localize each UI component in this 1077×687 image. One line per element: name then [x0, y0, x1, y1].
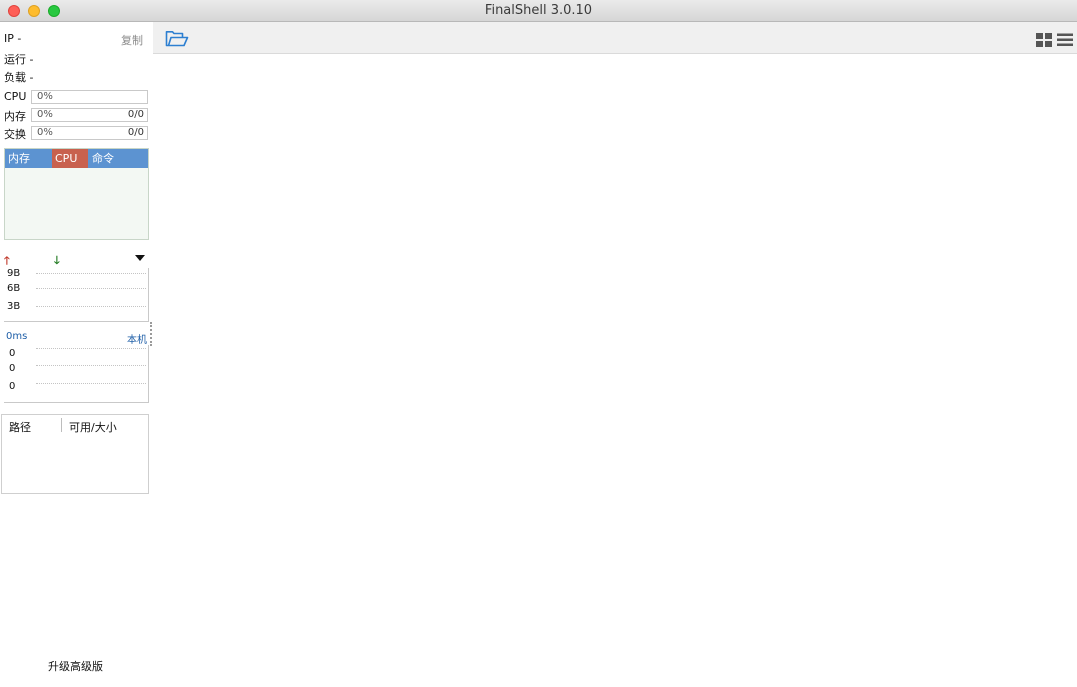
swap-meter-label: 交换: [4, 128, 26, 141]
cpu-percent: 0%: [37, 91, 53, 102]
net-tick-label: 6B: [7, 283, 21, 294]
column-divider[interactable]: [61, 418, 62, 432]
uptime-info: 运行 -: [4, 53, 34, 66]
gridline: [36, 383, 146, 384]
disk-path-header[interactable]: 路径: [9, 419, 31, 435]
swap-ratio: 0/0: [127, 127, 144, 138]
grid-view-button[interactable]: [1036, 32, 1052, 47]
server-status-sidebar: IP - 复制 运行 - 负载 - CPU 0% 内存 0% 0/0 交换 0%…: [0, 22, 153, 687]
title-bar[interactable]: FinalShell 3.0.10: [0, 0, 1077, 22]
process-list-panel[interactable]: 内存 CPU 命令: [4, 148, 149, 240]
net-tick-label: 3B: [7, 301, 21, 312]
disk-usage-table[interactable]: 路径 可用/大小: [1, 414, 149, 494]
network-interface-dropdown-icon[interactable]: [135, 255, 145, 261]
gridline: [36, 365, 146, 366]
copy-ip-button[interactable]: 复制: [121, 32, 143, 48]
gridline: [36, 288, 146, 289]
swap-percent: 0%: [37, 127, 53, 138]
memory-meter-label: 内存: [4, 110, 26, 123]
swap-meter: 0% 0/0: [31, 126, 148, 140]
gridline: [36, 348, 146, 349]
ping-tick-label: 0: [9, 348, 16, 359]
disk-size-header[interactable]: 可用/大小: [69, 419, 117, 435]
ping-host-selector[interactable]: 本机: [127, 331, 147, 346]
list-view-button[interactable]: [1057, 32, 1073, 46]
cpu-meter: 0%: [31, 90, 148, 104]
ip-info: IP -: [4, 32, 22, 45]
memory-ratio: 0/0: [127, 109, 144, 120]
sort-by-cpu-tab[interactable]: CPU: [52, 149, 88, 168]
memory-percent: 0%: [37, 109, 53, 120]
memory-meter: 0% 0/0: [31, 108, 148, 122]
network-monitor: 🡑 🡓 9B 6B 3B: [4, 252, 149, 322]
finalshell-window: FinalShell 3.0.10 IP - 复制 运行 - 负载 - CPU …: [0, 0, 1077, 687]
gridline: [36, 306, 146, 307]
ping-latency-graph: 0 0 0: [4, 345, 149, 403]
net-tick-label: 9B: [7, 268, 21, 279]
ping-tick-label: 0: [9, 363, 16, 374]
window-title: FinalShell 3.0.10: [484, 3, 593, 18]
cpu-meter-label: CPU: [4, 90, 27, 103]
process-list-header: 内存 CPU 命令: [5, 149, 148, 168]
list-view-icon: [1057, 33, 1073, 46]
command-column-tab[interactable]: 命令: [89, 149, 129, 168]
grid-view-icon: [1036, 33, 1052, 47]
connection-content-area[interactable]: [153, 54, 1077, 687]
network-traffic-graph: 9B 6B 3B: [4, 268, 149, 322]
ping-latency: 0ms: [6, 331, 28, 342]
load-info: 负载 -: [4, 71, 34, 84]
folder-open-icon: [165, 31, 189, 47]
sort-by-memory-tab[interactable]: 内存: [5, 149, 52, 168]
main-panel: [153, 22, 1077, 687]
upgrade-premium-link[interactable]: 升级高级版: [48, 658, 103, 674]
ping-tick-label: 0: [9, 381, 16, 392]
main-toolbar: [153, 22, 1077, 54]
ping-monitor: 0ms 本机 0 0 0: [4, 331, 149, 403]
gridline: [36, 273, 146, 274]
open-connection-button[interactable]: [165, 30, 189, 48]
